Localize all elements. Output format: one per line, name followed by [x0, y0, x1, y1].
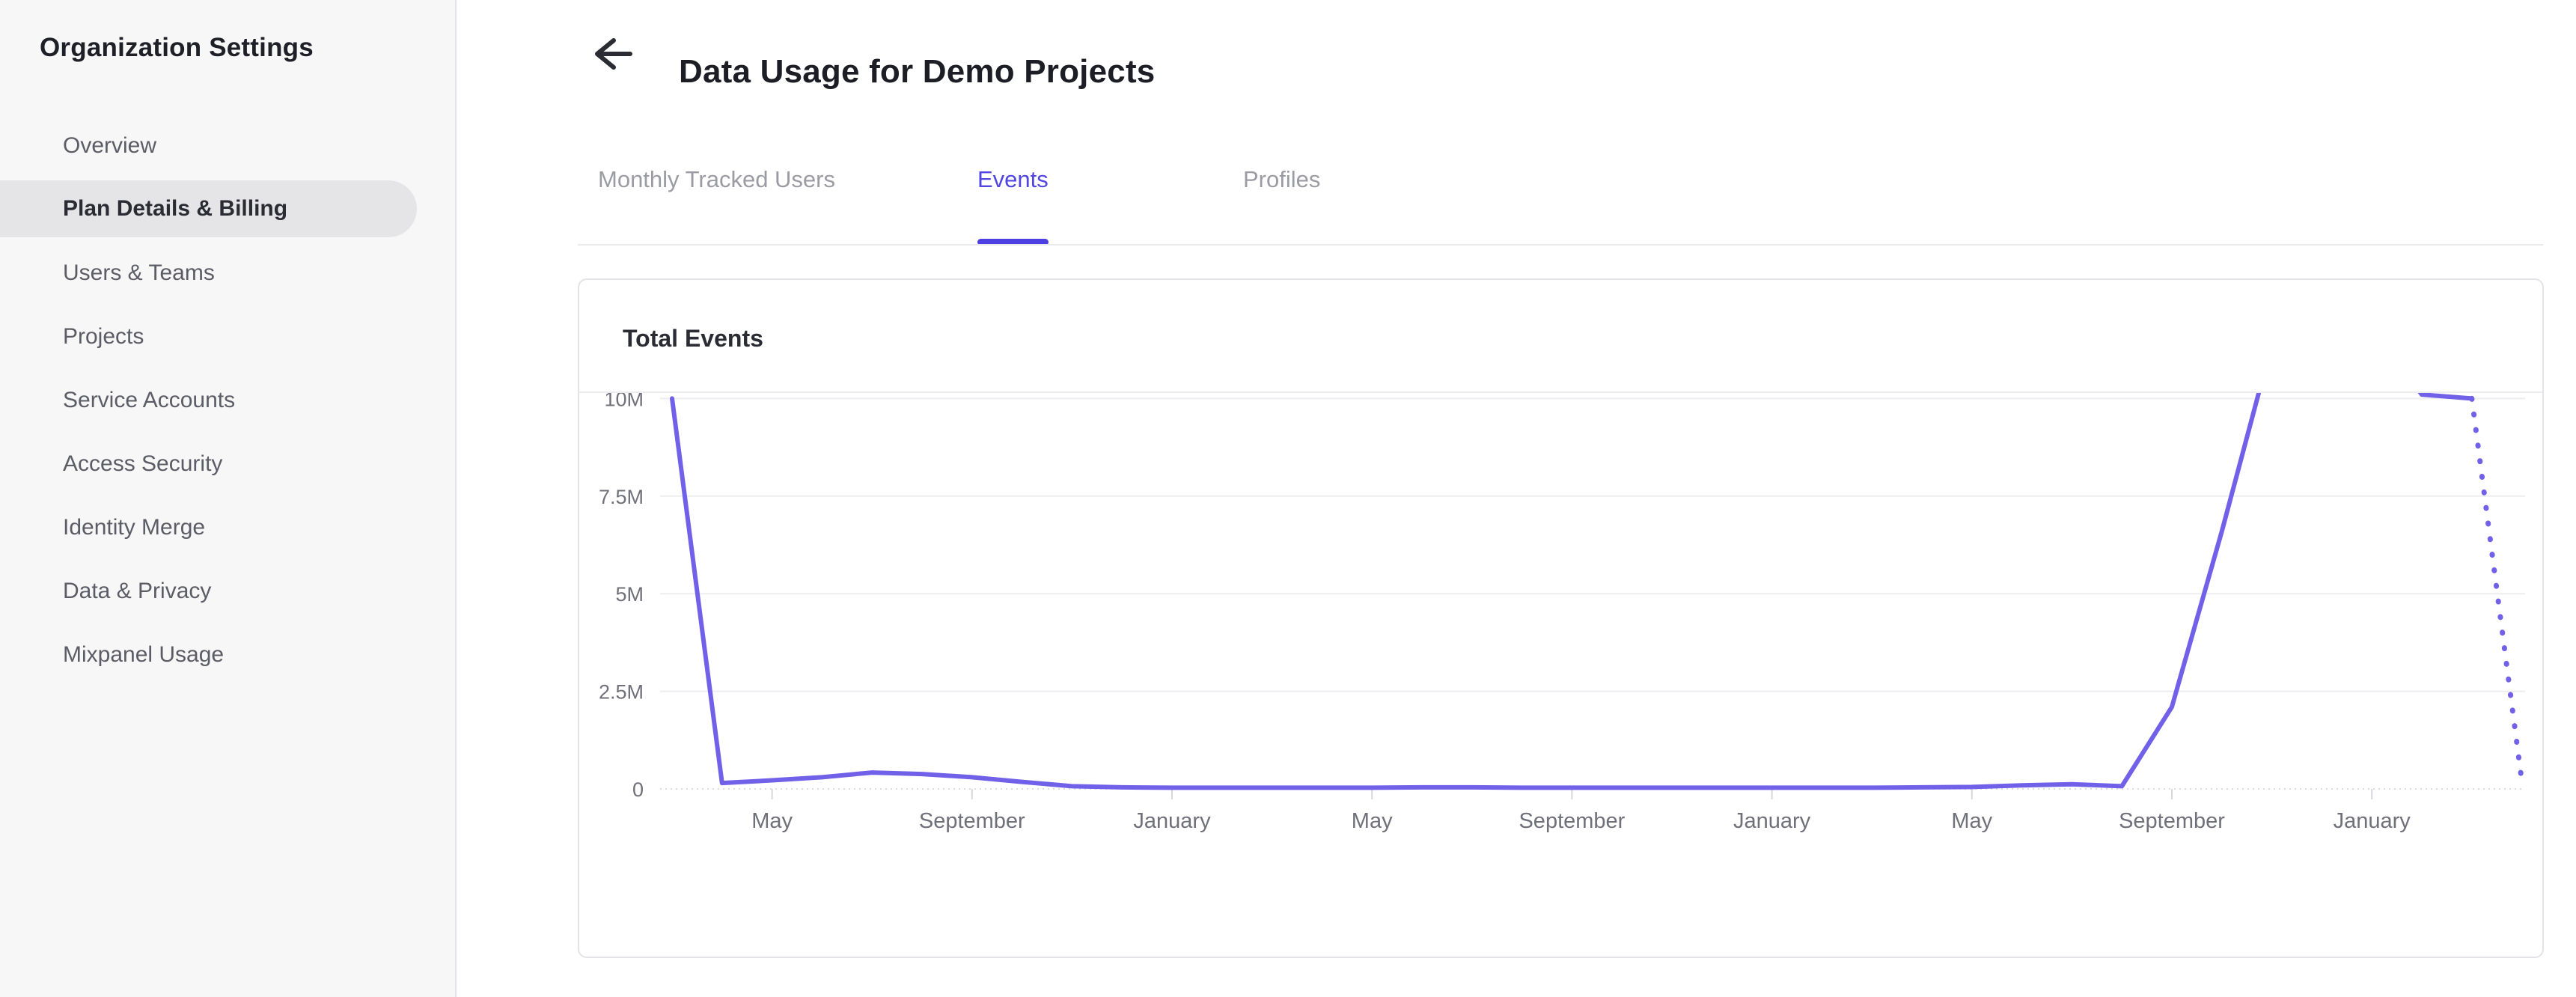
svg-text:7.5M: 7.5M — [599, 486, 644, 508]
org-settings-page: Organization Settings Overview Plan Deta… — [0, 0, 2576, 997]
svg-text:September: September — [2119, 809, 2225, 833]
svg-text:September: September — [919, 809, 1025, 833]
sidebar-item-users-teams[interactable]: Users & Teams — [0, 241, 417, 305]
events-line-chart: 02.5M5M7.5M10M12.5MMaySeptemberJanuaryMa… — [579, 290, 2542, 957]
svg-text:0: 0 — [632, 778, 644, 801]
arrow-left-icon — [588, 38, 636, 77]
total-events-card: Total Events 02.5M5M7.5M10M12.5MMaySepte… — [578, 278, 2544, 958]
sidebar-item-service-accounts[interactable]: Service Accounts — [0, 368, 417, 432]
svg-text:May: May — [751, 809, 793, 833]
svg-text:September: September — [1519, 809, 1625, 833]
page-title: Data Usage for Demo Projects — [679, 53, 1156, 91]
sidebar-item-plan-details-billing[interactable]: Plan Details & Billing — [0, 180, 417, 237]
sidebar-nav: Overview Plan Details & Billing Users & … — [0, 114, 455, 686]
tab-events[interactable]: Events — [977, 166, 1049, 246]
chart-title: Total Events — [623, 325, 763, 352]
svg-text:May: May — [1352, 809, 1393, 833]
tab-profiles[interactable]: Profiles — [1243, 166, 1320, 198]
svg-text:January: January — [1733, 809, 1811, 833]
svg-text:2.5M: 2.5M — [599, 681, 644, 704]
tab-monthly-tracked-users[interactable]: Monthly Tracked Users — [598, 166, 835, 198]
sidebar-title: Organization Settings — [40, 33, 314, 62]
sidebar-item-access-security[interactable]: Access Security — [0, 432, 417, 496]
sidebar: Organization Settings Overview Plan Deta… — [0, 0, 457, 997]
sidebar-item-overview[interactable]: Overview — [0, 114, 417, 177]
svg-text:10M: 10M — [604, 393, 644, 410]
svg-text:May: May — [1951, 809, 1992, 833]
svg-text:January: January — [2334, 809, 2411, 833]
sidebar-item-data-privacy[interactable]: Data & Privacy — [0, 559, 417, 623]
sidebar-item-projects[interactable]: Projects — [0, 305, 417, 368]
sidebar-item-identity-merge[interactable]: Identity Merge — [0, 496, 417, 559]
line-chart-svg: 02.5M5M7.5M10M12.5MMaySeptemberJanuaryMa… — [587, 290, 2525, 833]
svg-text:5M: 5M — [615, 583, 644, 606]
back-button[interactable] — [588, 33, 636, 75]
tabs-divider — [578, 244, 2543, 246]
svg-text:January: January — [1133, 809, 1211, 833]
sidebar-item-mixpanel-usage[interactable]: Mixpanel Usage — [0, 623, 417, 686]
